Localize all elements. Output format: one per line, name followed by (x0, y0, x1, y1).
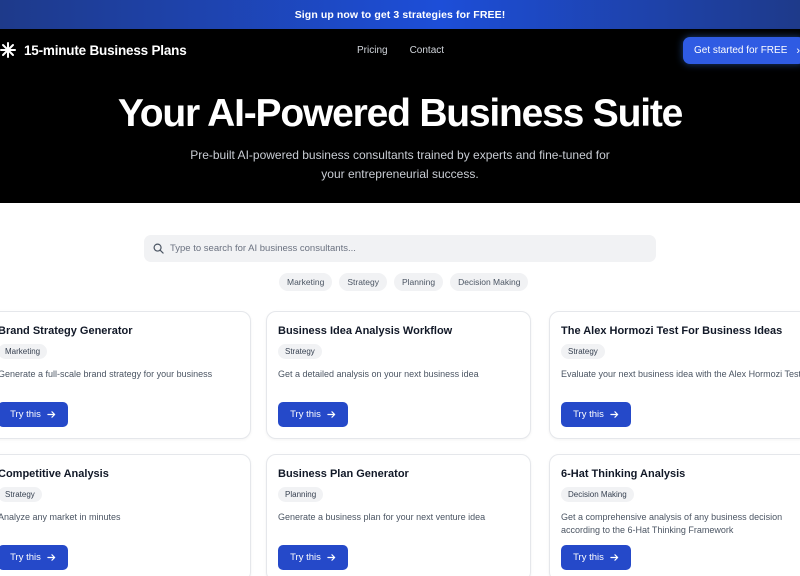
card-description: Generate a full-scale brand strategy for… (0, 369, 213, 379)
try-this-label: Try this (10, 552, 41, 563)
card-tag: Decision Making (561, 487, 634, 502)
get-started-label: Get started for FREE (694, 45, 788, 56)
consultant-card: Brand Strategy Generator Marketing Gener… (0, 311, 251, 439)
card-description: Get a detailed analysis on your next bus… (278, 369, 479, 379)
card-tag: Strategy (561, 344, 605, 359)
try-this-label: Try this (573, 552, 604, 563)
search-bar[interactable] (144, 235, 656, 262)
arrow-right-icon (610, 411, 619, 418)
category-filters: Marketing Strategy Planning Decision Mak… (279, 273, 529, 291)
logo[interactable]: 15-minute Business Plans (0, 40, 187, 60)
filter-chip-strategy[interactable]: Strategy (339, 273, 387, 291)
card-tag: Strategy (278, 344, 322, 359)
arrow-right-icon (47, 411, 56, 418)
card-tag: Planning (278, 487, 324, 502)
get-started-button[interactable]: Get started for FREE › (683, 37, 800, 64)
card-title: Competitive Analysis (0, 468, 109, 480)
card-description: Get a comprehensive analysis of any busi… (561, 512, 783, 535)
card-tag: Strategy (0, 487, 42, 502)
card-title: 6-Hat Thinking Analysis (561, 468, 686, 480)
arrow-right-icon (47, 554, 56, 561)
logo-icon (0, 42, 16, 58)
hero-subtitle: Pre-built AI-powered business consultant… (190, 148, 610, 181)
try-this-label: Try this (290, 552, 321, 563)
consultant-card: 6-Hat Thinking Analysis Decision Making … (549, 454, 800, 576)
hero-title: Your AI-Powered Business Suite (117, 92, 683, 135)
filter-chip-marketing[interactable]: Marketing (279, 273, 333, 291)
arrow-right-icon (610, 554, 619, 561)
consultant-card: Business Plan Generator Planning Generat… (266, 454, 531, 576)
card-tag: Marketing (0, 344, 48, 359)
consultant-card: Competitive Analysis Strategy Analyze an… (0, 454, 251, 576)
try-this-label: Try this (10, 409, 41, 420)
main-nav: Pricing Contact (357, 45, 444, 56)
arrow-right-icon (327, 411, 336, 418)
try-this-button[interactable]: Try this (561, 545, 631, 570)
try-this-button[interactable]: Try this (278, 545, 348, 570)
search-input[interactable] (170, 243, 640, 254)
try-this-button[interactable]: Try this (0, 402, 68, 427)
chevron-right-icon: › (796, 44, 800, 57)
search-icon (153, 243, 164, 254)
try-this-label: Try this (290, 409, 321, 420)
nav-contact[interactable]: Contact (410, 45, 444, 56)
promo-banner-text: Sign up now to get 3 strategies for FREE… (294, 8, 506, 21)
arrow-right-icon (327, 554, 336, 561)
logo-text: 15-minute Business Plans (24, 42, 187, 58)
hero-section: 15-minute Business Plans Pricing Contact… (0, 29, 800, 203)
consultant-card: The Alex Hormozi Test For Business Ideas… (549, 311, 800, 439)
card-title: Brand Strategy Generator (0, 325, 133, 337)
card-title: The Alex Hormozi Test For Business Ideas (561, 325, 783, 337)
try-this-button[interactable]: Try this (561, 402, 631, 427)
card-title: Business Plan Generator (278, 468, 409, 480)
try-this-button[interactable]: Try this (0, 545, 68, 570)
card-description: Generate a business plan for your next v… (278, 512, 486, 522)
card-description: Analyze any market in minutes (0, 512, 121, 522)
promo-banner[interactable]: Sign up now to get 3 strategies for FREE… (0, 0, 800, 29)
card-title: Business Idea Analysis Workflow (278, 325, 453, 337)
filter-chip-decision-making[interactable]: Decision Making (450, 273, 529, 291)
consultant-card: Business Idea Analysis Workflow Strategy… (266, 311, 531, 439)
try-this-button[interactable]: Try this (278, 402, 348, 427)
filter-chip-planning[interactable]: Planning (393, 273, 444, 291)
nav-pricing[interactable]: Pricing (357, 45, 388, 56)
card-description: Evaluate your next business idea with th… (561, 369, 800, 379)
try-this-label: Try this (573, 409, 604, 420)
